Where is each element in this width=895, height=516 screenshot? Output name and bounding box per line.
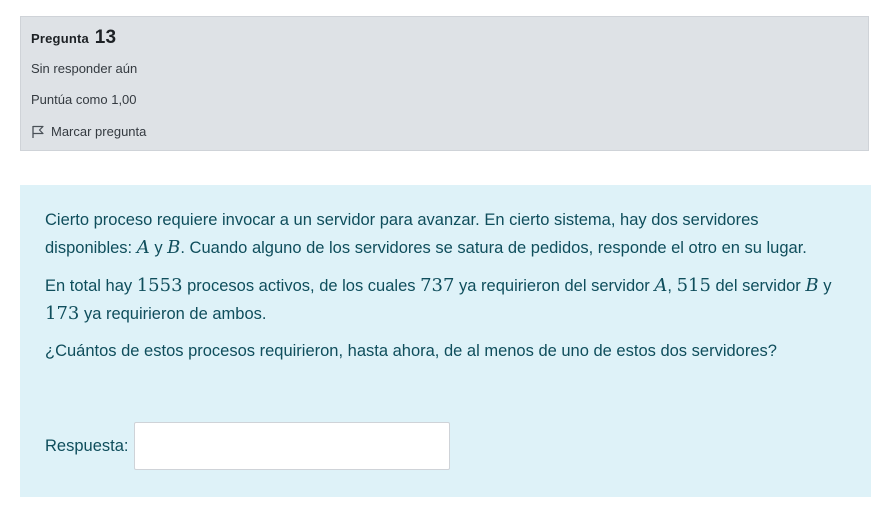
answer-input[interactable] [134,422,451,470]
question-grade: Puntúa como 1,00 [31,92,137,107]
math-total: 1553 [136,275,183,296]
math-var-a: A [654,275,668,296]
flag-question-button[interactable]: Marcar pregunta [31,124,146,139]
flag-icon [31,125,45,139]
question-text: ya requirieron del servidor [454,277,655,295]
question-paragraph-1: Cierto proceso requiere invocar a un ser… [45,207,846,262]
question-number: Pregunta 13 [31,27,858,49]
question-text: . Cuando alguno de los servidores se sat… [180,239,807,257]
math-var-b: B [805,275,819,296]
question-text: y [818,277,832,295]
math-count-b: 515 [676,275,711,296]
question-paragraph-2: En total hay 1553 procesos activos, de l… [45,272,846,328]
question-state: Sin responder aún [31,61,138,76]
question-text: y [149,239,168,257]
question-text: del servidor [710,277,806,295]
math-count-a: 737 [420,275,455,296]
math-var-a: A [136,237,150,258]
question-paragraph-3: ¿Cuántos de estos procesos requirieron, … [45,342,777,360]
math-count-both: 173 [45,303,80,324]
question-info-panel: Pregunta 13 Sin responder aún Puntúa com… [20,16,869,151]
question-number-value: 13 [94,27,117,48]
question-text: En total hay [45,277,137,295]
math-var-b: B [167,237,181,258]
flag-question-label: Marcar pregunta [51,124,147,139]
answer-row: Respuesta: [45,422,451,470]
question-label: Pregunta [31,31,89,46]
question-text: procesos activos, de los cuales [182,277,421,295]
question-formulation: Cierto proceso requiere invocar a un ser… [20,185,871,497]
question-text: , [667,277,677,295]
answer-label: Respuesta: [45,436,129,455]
question-text: ya requirieron de ambos. [79,305,267,323]
